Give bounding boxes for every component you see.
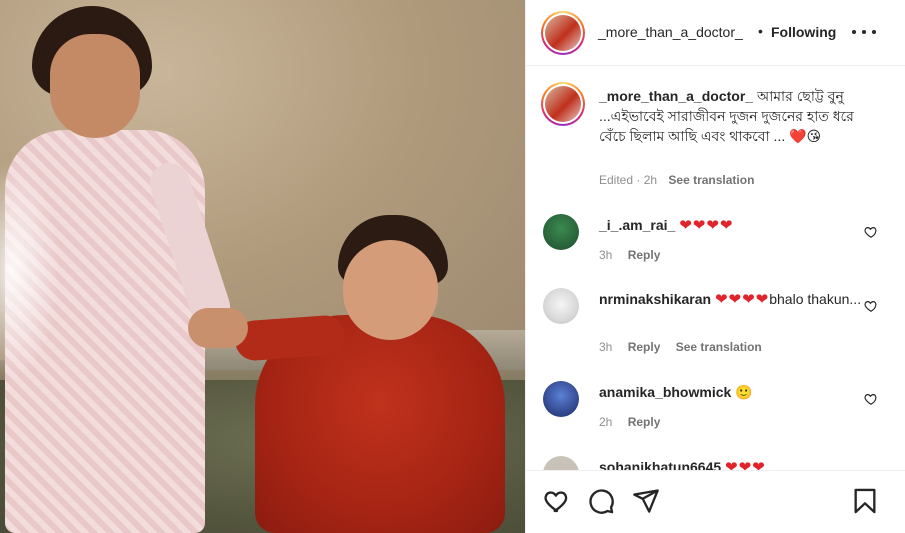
caption-emoji: ❤️😘 (789, 128, 822, 144)
commenter-avatar[interactable] (543, 214, 579, 250)
holding-hands (188, 308, 248, 348)
like-comment-icon[interactable] (864, 225, 878, 239)
caption-username[interactable]: _more_than_a_doctor_ (599, 88, 753, 104)
comment-time: 3h (599, 248, 613, 262)
author-avatar[interactable] (541, 11, 585, 55)
commenter-username[interactable]: anamika_bhowmick (599, 384, 731, 400)
more-options-icon[interactable] (852, 22, 876, 42)
comment-emoji: 🙂 (735, 384, 753, 400)
reply-button[interactable]: Reply (628, 248, 661, 262)
see-translation-link[interactable]: See translation (676, 340, 762, 354)
comment-time: 3h (599, 340, 613, 354)
post-header: _more_than_a_doctor_ • Following (526, 0, 905, 66)
following-button[interactable]: Following (771, 24, 836, 40)
baby-face (343, 240, 438, 340)
heart-icon[interactable] (543, 487, 571, 515)
photo-glare (0, 160, 60, 380)
caption-meta: Edited · 2h See translation (599, 173, 754, 187)
comment-text: _i_.am_rai_ ❤❤❤❤ (599, 215, 864, 236)
commenter-avatar[interactable] (543, 381, 579, 417)
comment-text: sohanikhatun6645 ❤❤❤ (599, 457, 864, 470)
comment-text: anamika_bhowmick 🙂 (599, 382, 864, 402)
share-icon[interactable] (632, 487, 660, 515)
post-photo[interactable] (0, 0, 525, 533)
comment-emoji: ❤❤❤❤ (679, 217, 734, 234)
reply-button[interactable]: Reply (628, 340, 661, 354)
author-username[interactable]: _more_than_a_doctor_ (598, 24, 743, 40)
caption-timestamp: Edited · 2h (599, 173, 658, 187)
bookmark-icon[interactable] (851, 487, 879, 515)
caption-text: _more_than_a_doctor_ আমার ছোট্ট বুনু ...… (599, 86, 874, 146)
comment-meta: 3h Reply See translation (599, 340, 774, 354)
comment-time: 2h (599, 415, 613, 429)
comment-icon[interactable] (587, 487, 615, 515)
reply-button[interactable]: Reply (628, 415, 661, 429)
post-actions-bar (526, 470, 905, 533)
comment-emoji: ❤❤❤ (725, 459, 766, 470)
post-side-panel: _more_than_a_doctor_ • Following _more_t… (525, 0, 905, 533)
commenter-avatar[interactable] (543, 456, 579, 470)
comment-emoji: ❤❤❤❤ (714, 291, 770, 308)
baby-arm (233, 314, 347, 362)
caption-avatar[interactable] (541, 82, 585, 126)
comment-item: sohanikhatun6645 ❤❤❤ (526, 452, 905, 470)
see-translation-link[interactable]: See translation (668, 173, 754, 187)
header-separator: • (758, 23, 763, 39)
comment-meta: 3h Reply (599, 248, 672, 262)
commenter-username[interactable]: sohanikhatun6645 (599, 459, 721, 470)
comment-body: bhalo thakun... (769, 291, 862, 307)
commenter-username[interactable]: _i_.am_rai_ (599, 217, 675, 233)
older-girl-face (50, 34, 140, 138)
commenter-username[interactable]: nrminakshikaran (599, 291, 711, 307)
comment-meta: 2h Reply (599, 415, 672, 429)
like-comment-icon[interactable] (864, 299, 878, 313)
comment-text: nrminakshikaran ❤❤❤❤bhalo thakun... (599, 289, 864, 310)
like-comment-icon[interactable] (864, 392, 878, 406)
commenter-avatar[interactable] (543, 288, 579, 324)
